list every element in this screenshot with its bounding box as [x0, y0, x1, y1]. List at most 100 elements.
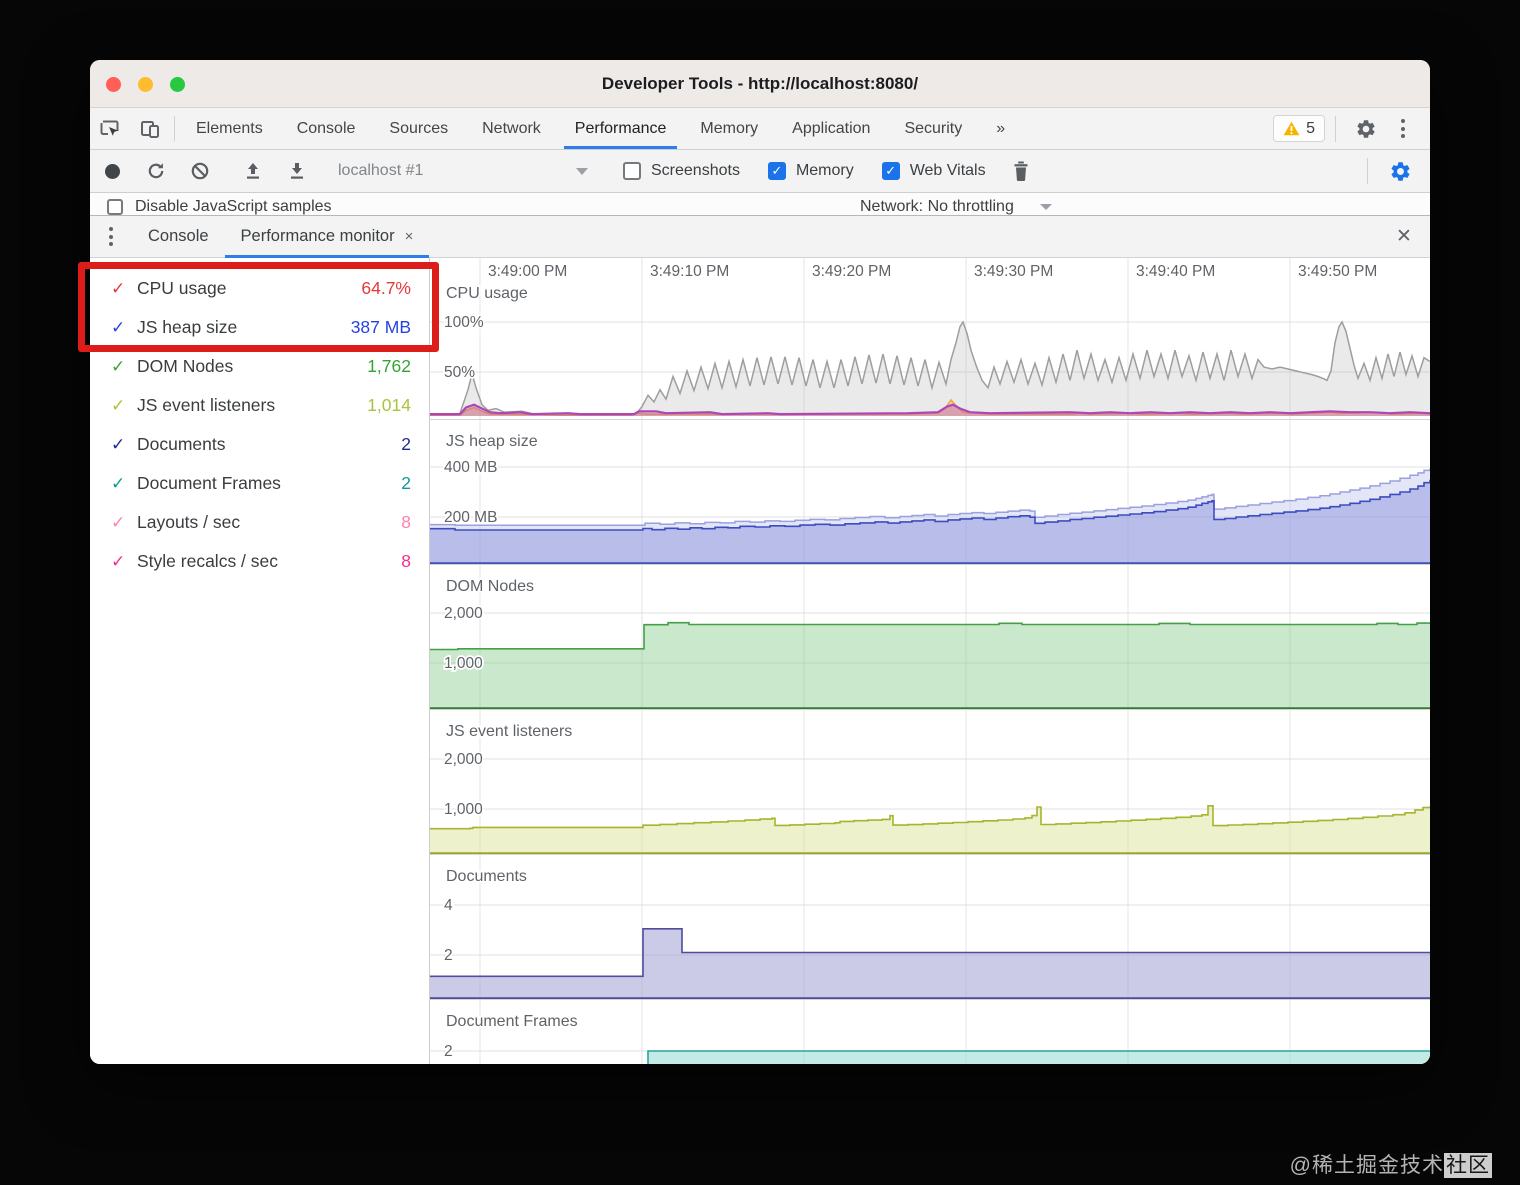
- metric-js-heap-size[interactable]: ✓ JS heap size 387 MB: [90, 308, 429, 347]
- tab-performance[interactable]: Performance: [558, 108, 684, 149]
- chart-doc-frames: Document Frames 2: [430, 1000, 1430, 1064]
- svg-text:JS event listeners: JS event listeners: [446, 723, 572, 740]
- svg-text:1,000: 1,000: [444, 801, 483, 818]
- svg-text:1,000: 1,000: [444, 655, 483, 672]
- metric-js-event-listeners[interactable]: ✓ JS event listeners 1,014: [90, 386, 429, 425]
- svg-text:Documents: Documents: [446, 868, 527, 885]
- close-tab-icon[interactable]: ×: [405, 228, 414, 245]
- svg-text:3:49:30 PM: 3:49:30 PM: [974, 263, 1053, 280]
- metrics-sidebar: ✓ CPU usage 64.7% ✓ JS heap size 387 MB …: [90, 258, 430, 1064]
- clear-icon[interactable]: [178, 161, 222, 181]
- memory-checkbox[interactable]: Memory: [767, 162, 854, 180]
- close-drawer-icon[interactable]: ✕: [1378, 216, 1430, 257]
- check-icon: ✓: [111, 473, 126, 493]
- svg-text:100%: 100%: [444, 314, 484, 331]
- more-tabs-chevron[interactable]: »: [979, 108, 1022, 149]
- check-icon: ✓: [111, 395, 126, 415]
- download-profile-icon[interactable]: [275, 161, 319, 181]
- svg-text:4: 4: [444, 897, 453, 914]
- network-throttling-select[interactable]: Network: No throttling: [860, 198, 1014, 215]
- svg-text:2: 2: [444, 947, 453, 964]
- svg-text:Document Frames: Document Frames: [446, 1013, 578, 1030]
- settings-gear-icon[interactable]: [1346, 118, 1386, 140]
- svg-text:2,000: 2,000: [444, 751, 483, 768]
- metric-document-frames[interactable]: ✓ Document Frames 2: [90, 464, 429, 503]
- performance-toolbar: localhost #1 Screenshots Memory Web Vita…: [90, 150, 1430, 193]
- profile-target-select[interactable]: localhost #1: [338, 162, 588, 180]
- divider: [1335, 115, 1336, 142]
- perf-monitor-content: ✓ CPU usage 64.7% ✓ JS heap size 387 MB …: [90, 258, 1430, 1064]
- tab-console[interactable]: Console: [280, 108, 373, 149]
- divider: [1367, 158, 1368, 184]
- screenshot-stage: Developer Tools - http://localhost:8080/…: [0, 0, 1520, 1185]
- more-options-kebab-icon[interactable]: [1386, 119, 1420, 138]
- trash-icon[interactable]: [1004, 161, 1038, 181]
- tab-network[interactable]: Network: [465, 108, 558, 149]
- charts-pane: 3:49:00 PM 3:49:10 PM 3:49:20 PM 3:49:30 PM…: [430, 258, 1430, 1064]
- divider: [174, 116, 175, 141]
- tab-memory[interactable]: Memory: [683, 108, 775, 149]
- metric-documents[interactable]: ✓ Documents 2: [90, 425, 429, 464]
- check-icon: ✓: [111, 512, 126, 532]
- check-icon: ✓: [111, 434, 126, 454]
- svg-text:3:49:40 PM: 3:49:40 PM: [1136, 263, 1215, 280]
- disable-js-samples-checkbox[interactable]: [107, 199, 123, 215]
- svg-text:200 MB: 200 MB: [444, 509, 497, 526]
- svg-text:CPU usage: CPU usage: [446, 285, 528, 302]
- capture-settings-gear-icon[interactable]: [1382, 160, 1418, 183]
- device-toolbar-icon[interactable]: [130, 108, 170, 149]
- svg-text:2,000: 2,000: [444, 605, 483, 622]
- svg-text:400 MB: 400 MB: [444, 459, 497, 476]
- clipped-settings-row: Disable JavaScript samples Network: No t…: [90, 193, 1430, 215]
- close-window-button[interactable]: [106, 76, 121, 92]
- tabbar-right-cluster: 5: [1273, 108, 1430, 149]
- chart-dom-nodes: DOM Nodes 2,000 1,000: [430, 565, 1430, 710]
- chart-js-listeners: JS event listeners 2,000 1,000: [430, 710, 1430, 855]
- metric-cpu-usage[interactable]: ✓ CPU usage 64.7%: [90, 269, 429, 308]
- devtools-tab-bar: Elements Console Sources Network Perform…: [90, 108, 1430, 150]
- tab-sources[interactable]: Sources: [372, 108, 465, 149]
- check-icon: ✓: [111, 278, 126, 298]
- capture-options: Screenshots Memory Web Vitals: [623, 162, 1004, 180]
- minimize-window-button[interactable]: [138, 76, 153, 92]
- svg-text:JS heap size: JS heap size: [446, 433, 538, 450]
- tab-elements[interactable]: Elements: [179, 108, 280, 149]
- window-title: Developer Tools - http://localhost:8080/: [601, 73, 919, 93]
- inspect-element-icon[interactable]: [90, 108, 130, 149]
- web-vitals-checkbox[interactable]: Web Vitals: [881, 162, 986, 180]
- record-button[interactable]: [90, 163, 134, 179]
- drawer-menu-kebab-icon[interactable]: [90, 216, 132, 257]
- drawer-tab-bar: Console Performance monitor × ✕: [90, 215, 1430, 258]
- drawer-tab-performance-monitor[interactable]: Performance monitor ×: [224, 216, 430, 258]
- tab-application[interactable]: Application: [775, 108, 887, 149]
- issues-badge[interactable]: 5: [1273, 115, 1325, 142]
- check-icon: ✓: [111, 317, 126, 337]
- screenshots-checkbox[interactable]: Screenshots: [623, 162, 740, 180]
- traffic-lights: [106, 60, 185, 108]
- warning-icon: [1283, 121, 1300, 136]
- chart-js-heap: JS heap size 400 MB 200 MB: [430, 420, 1430, 565]
- reload-and-record-icon[interactable]: [134, 161, 178, 181]
- maximize-window-button[interactable]: [170, 76, 185, 92]
- upload-profile-icon[interactable]: [231, 161, 275, 181]
- chevron-down-icon: [1039, 204, 1052, 210]
- chart-documents: Documents 4 2: [430, 855, 1430, 1000]
- check-icon: ✓: [111, 356, 126, 376]
- svg-text:3:49:00 PM: 3:49:00 PM: [488, 263, 567, 280]
- chevron-down-icon: [576, 167, 588, 175]
- metric-style-recalcs-per-sec[interactable]: ✓ Style recalcs / sec 8: [90, 542, 429, 581]
- title-bar: Developer Tools - http://localhost:8080/: [90, 60, 1430, 108]
- drawer-tab-console[interactable]: Console: [132, 216, 225, 257]
- svg-text:3:49:50 PM: 3:49:50 PM: [1298, 263, 1377, 280]
- watermark: @稀土掘金技术社区: [1289, 1153, 1492, 1178]
- devtools-window: Developer Tools - http://localhost:8080/…: [90, 60, 1430, 1064]
- toolbar-right-cluster: [1353, 158, 1430, 184]
- tab-security[interactable]: Security: [887, 108, 979, 149]
- svg-text:50%: 50%: [444, 364, 475, 381]
- svg-text:3:49:20 PM: 3:49:20 PM: [812, 263, 891, 280]
- disable-js-samples-label: Disable JavaScript samples: [135, 198, 332, 215]
- svg-text:DOM Nodes: DOM Nodes: [446, 578, 534, 595]
- metric-layouts-per-sec[interactable]: ✓ Layouts / sec 8: [90, 503, 429, 542]
- check-icon: ✓: [111, 551, 126, 571]
- metric-dom-nodes[interactable]: ✓ DOM Nodes 1,762: [90, 347, 429, 386]
